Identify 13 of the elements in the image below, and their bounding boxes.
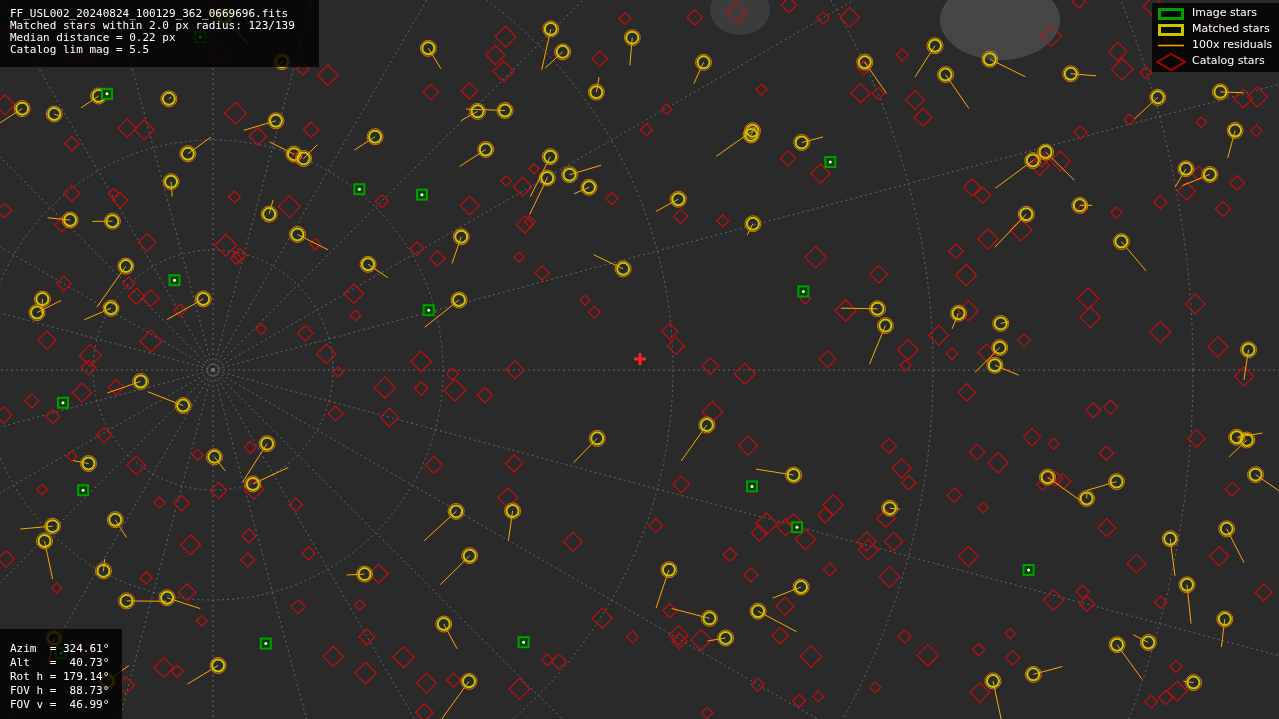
pointing-text: FOV h = 88.73° [10, 684, 111, 698]
info-text: FF_USL002_20240824_100129_362_0669696.fits [10, 8, 290, 20]
info-text: Catalog lim mag = 5.5 [10, 44, 151, 56]
legend-label: Image stars [1192, 5, 1257, 22]
legend-label: Catalog stars [1192, 53, 1265, 70]
info-text: Median distance = 0.22 px [10, 32, 177, 44]
pointing-text: FOV v = 46.99° [10, 698, 111, 712]
info-text: Matched stars within 2.0 px radius: 123/139 [10, 20, 296, 32]
pointing-text: Alt = 40.73° [10, 656, 111, 670]
legend-label: 100x residuals [1192, 37, 1273, 54]
legend-label: Matched stars [1192, 21, 1270, 38]
pointing-text: Rot h = 179.14° [10, 670, 111, 684]
pointing-text: Azim = 324.61° [10, 642, 111, 656]
